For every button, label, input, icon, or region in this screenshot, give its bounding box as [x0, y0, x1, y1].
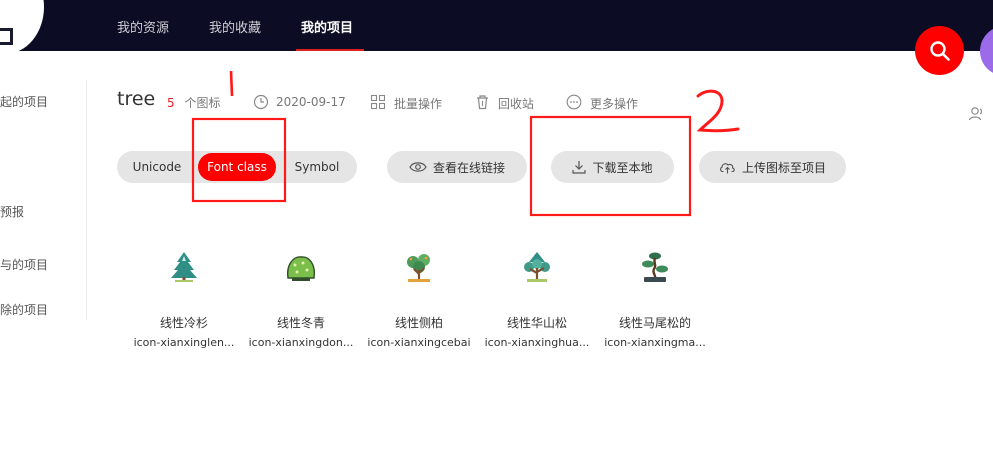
annotation-overlay [191, 70, 740, 217]
annotation-box-font-class [191, 117, 287, 203]
annotation-mark-two [696, 89, 740, 133]
annotation-box-download [529, 115, 692, 217]
annotation-mark-one [229, 70, 234, 97]
search-button[interactable] [915, 26, 964, 75]
search-icon [929, 40, 950, 61]
